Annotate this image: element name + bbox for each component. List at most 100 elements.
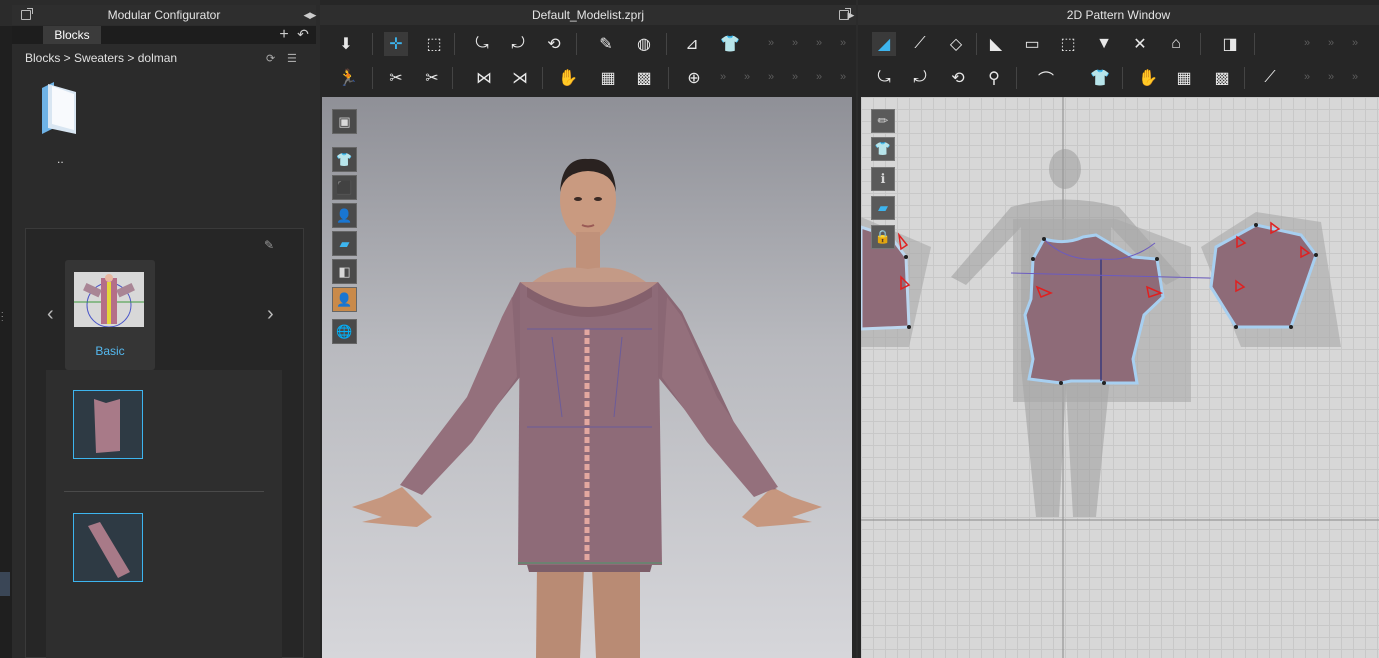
pattern-select-icon[interactable]: ◢ (872, 32, 896, 56)
panel-detach-icon[interactable] (21, 8, 33, 20)
list-view-icon[interactable]: ☰ (287, 52, 297, 65)
pattern-gripper-icon[interactable]: ✋ (1136, 66, 1160, 90)
overflow-chevron-icon[interactable]: » (720, 71, 726, 83)
edit-point-icon[interactable]: ⤾ (506, 32, 530, 56)
lock-icon[interactable]: 🔒 (871, 225, 895, 249)
next-style-arrow-icon[interactable]: › (267, 303, 274, 326)
toolbar-separator (1244, 67, 1245, 89)
overflow-chevron-icon[interactable]: » (744, 71, 750, 83)
block-item-sleeve[interactable] (73, 513, 143, 582)
overflow-chevron-icon[interactable]: » (792, 71, 798, 83)
button-tool-icon[interactable]: ⊕ (682, 66, 706, 90)
overflow-chevron-icon[interactable]: » (1352, 37, 1358, 49)
viewport-3d-canvas[interactable]: ▣ 👕 ⬛ 👤 ▰ ◧ 👤 🌐 (322, 97, 852, 658)
block-item-body[interactable] (73, 390, 143, 459)
overflow-chevron-icon[interactable]: » (816, 71, 822, 83)
info-icon[interactable]: ℹ (871, 167, 895, 191)
unfold-icon[interactable]: ⋊ (508, 66, 532, 90)
fabric-icon[interactable]: ⊿ (680, 32, 704, 56)
overflow-chevron-icon[interactable]: » (792, 37, 798, 49)
show-garment-2d-icon[interactable]: 👕 (871, 137, 895, 161)
edit-curve-icon[interactable]: ⟲ (542, 32, 566, 56)
style-thumbnail (74, 272, 144, 327)
texture-2d-icon[interactable]: ▰ (871, 196, 895, 220)
toolbar-separator (454, 33, 455, 55)
pattern-fit-icon[interactable]: ▩ (1210, 66, 1234, 90)
needle-icon[interactable]: ✎ (594, 32, 618, 56)
viewport-3d-title: Default_Modelist.zprj (531, 8, 645, 22)
add-tab-icon[interactable]: + (276, 27, 292, 43)
rectangle-icon[interactable]: ▭ (1020, 32, 1044, 56)
gravity-arrow-icon[interactable]: ⬇ (334, 32, 358, 56)
overflow-chevron-icon[interactable]: » (840, 37, 846, 49)
overflow-chevron-icon[interactable]: » (1328, 37, 1334, 49)
overflow-chevron-icon[interactable]: » (1352, 71, 1358, 83)
tab-blocks[interactable]: Blocks (43, 26, 101, 44)
refresh-icon[interactable]: ⟳ (266, 52, 275, 65)
viewport-collapse-left-icon: ▶ (309, 9, 317, 20)
seam-curve-icon[interactable]: ⟲ (946, 66, 970, 90)
segment-sewing-icon[interactable]: ✂ (384, 66, 408, 90)
toolbar-separator (542, 67, 543, 89)
sewing-transform-icon[interactable]: ⤿ (872, 66, 896, 90)
pattern-add-icon[interactable]: ⌂ (1164, 32, 1188, 56)
pattern-canvas[interactable]: ✏ 👕 ℹ ▰ 🔒 (861, 97, 1379, 658)
panel-side-strip: :: (0, 26, 12, 658)
measure-line-icon[interactable]: ⟋ (1258, 66, 1282, 90)
fold-icon[interactable]: ⋈ (472, 66, 496, 90)
parent-folder-label[interactable]: .. (57, 152, 64, 166)
transform-pattern-icon[interactable]: ⤿ (470, 32, 494, 56)
iron-icon[interactable]: ⌒ (1034, 66, 1058, 90)
toolbar-separator (1200, 33, 1201, 55)
trace-icon[interactable]: ✕ (1128, 32, 1152, 56)
seam-point-icon[interactable]: ⤾ (908, 66, 932, 90)
tab-blocks-label: Blocks (54, 28, 90, 42)
avatar-with-garment[interactable] (322, 97, 852, 658)
edit-pencil-icon[interactable]: ✎ (264, 238, 274, 252)
toolbar-separator (372, 33, 373, 55)
pattern-2d-window: 2D Pattern Window ▶ ◢ ⟋ ◇ ◣ ▭ ⬚ ▼ ✕ ⌂ ◨ … (848, 0, 1379, 658)
viewport-3d-titlebar: Default_Modelist.zprj (320, 5, 856, 25)
toolbar-separator (1016, 67, 1017, 89)
overflow-chevron-icon[interactable]: » (768, 71, 774, 83)
select-move-icon[interactable]: ✛ (384, 32, 408, 56)
internal-rect-icon[interactable]: ⬚ (1056, 32, 1080, 56)
gripper-icon[interactable]: ✋ (556, 66, 580, 90)
viewport-toolbar-row-1: ⬇ ✛ ⬚ ⤿ ⤾ ⟲ ✎ ◍ ⊿ 👕 » » » » (320, 28, 856, 60)
overflow-chevron-icon[interactable]: » (1328, 71, 1334, 83)
garment-icon[interactable]: 👕 (718, 32, 742, 56)
toolbar-separator (452, 67, 453, 89)
pattern-toolbar-row-2: ⤿ ⤾ ⟲ ⚲ ⌒ 👕 ✋ ▦ ▩ ⟋ » » » (858, 62, 1379, 94)
free-sewing-icon[interactable]: ✂ (420, 66, 444, 90)
overflow-chevron-icon[interactable]: » (816, 37, 822, 49)
garment-fit-icon[interactable]: ▩ (632, 66, 656, 90)
overflow-chevron-icon[interactable]: » (840, 71, 846, 83)
mirror-icon[interactable]: ◨ (1218, 32, 1242, 56)
fabric-pattern-icon[interactable]: ▦ (596, 66, 620, 90)
back-arrow-icon[interactable]: ↶ (295, 27, 311, 43)
show-pattern-icon[interactable]: ✏ (871, 109, 895, 133)
avatar-pose-icon[interactable]: 🏃 (336, 66, 360, 90)
toolbar-separator (576, 33, 577, 55)
pattern-fabric-icon[interactable]: ▦ (1172, 66, 1196, 90)
side-grip-icon[interactable]: :: (1, 310, 7, 326)
pattern-pieces[interactable] (861, 97, 1379, 658)
overflow-chevron-icon[interactable]: » (768, 37, 774, 49)
prev-style-arrow-icon[interactable]: ‹ (47, 303, 54, 326)
overflow-chevron-icon[interactable]: » (1304, 71, 1310, 83)
style-card-basic[interactable]: Basic (65, 260, 155, 370)
breadcrumb[interactable]: Blocks > Sweaters > dolman (25, 51, 177, 65)
polygon-icon[interactable]: ◣ (984, 32, 1008, 56)
pattern-garment-icon[interactable]: 👕 (1088, 66, 1112, 90)
block-divider (64, 491, 264, 492)
toolbar-separator (1254, 33, 1255, 55)
overflow-chevron-icon[interactable]: » (1304, 37, 1310, 49)
transform-icon[interactable]: ◇ (944, 32, 968, 56)
pin-icon[interactable]: ⚲ (982, 66, 1006, 90)
toolbar-separator (668, 67, 669, 89)
tack-icon[interactable]: ◍ (632, 32, 656, 56)
folder-icon[interactable] (40, 80, 80, 136)
dart-icon[interactable]: ▼ (1092, 32, 1116, 56)
edit-pattern-icon[interactable]: ⟋ (908, 32, 932, 56)
box-select-icon[interactable]: ⬚ (422, 32, 446, 56)
